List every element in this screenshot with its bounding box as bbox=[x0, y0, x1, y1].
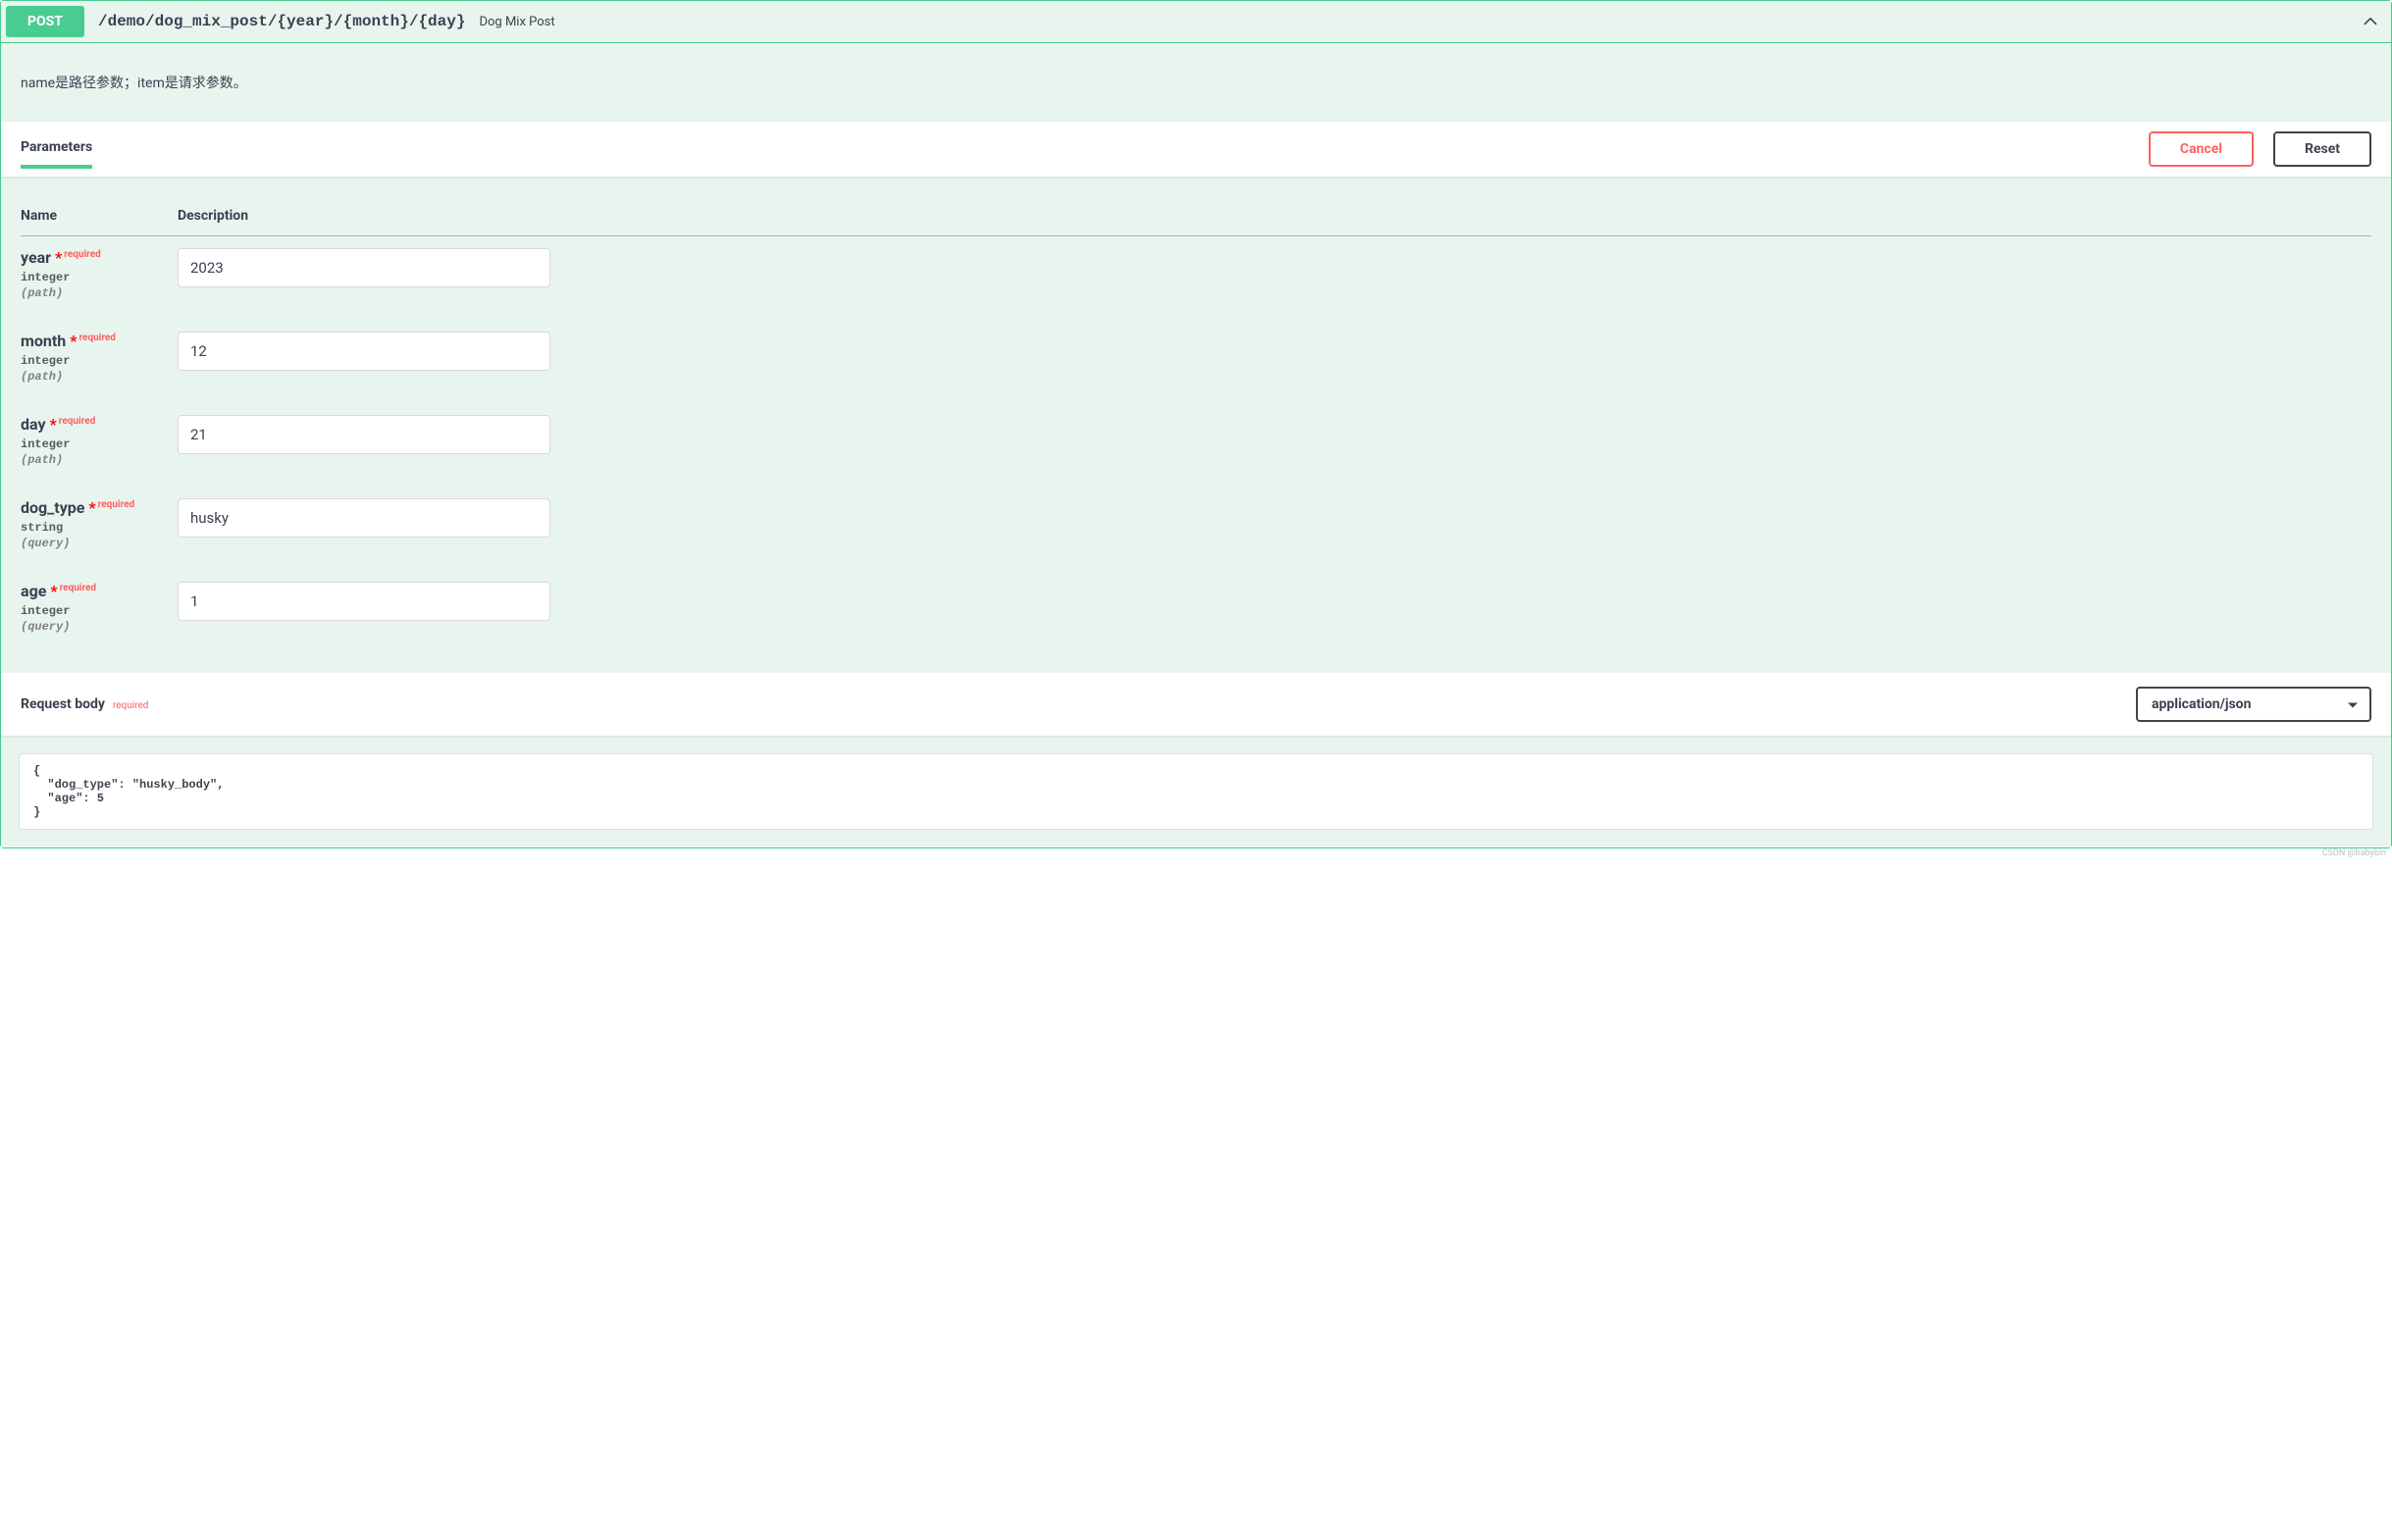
col-description-header: Description bbox=[178, 196, 2371, 236]
param-in: (path) bbox=[21, 368, 178, 384]
content-type-select-wrap: application/json bbox=[2136, 687, 2371, 722]
opblock-summary[interactable]: POST /demo/dog_mix_post/{year}/{month}/{… bbox=[1, 1, 2391, 43]
param-name: day *required bbox=[21, 415, 178, 434]
param-name: dog_type *required bbox=[21, 498, 178, 517]
required-star-icon: * bbox=[88, 498, 95, 517]
param-name: year *required bbox=[21, 248, 178, 267]
param-type: integer bbox=[21, 267, 178, 284]
param-type: integer bbox=[21, 434, 178, 451]
parameter-name-cell: month *requiredinteger(path) bbox=[21, 320, 178, 403]
parameter-name-cell: day *requiredinteger(path) bbox=[21, 403, 178, 487]
parameter-name-cell: age *requiredinteger(query) bbox=[21, 570, 178, 653]
param-name-text: dog_type bbox=[21, 498, 84, 517]
param-required: required bbox=[62, 249, 100, 260]
cancel-button[interactable]: Cancel bbox=[2149, 131, 2254, 167]
section-actions: Cancel Reset bbox=[2149, 131, 2371, 167]
request-body-editor[interactable]: { "dog_type": "husky_body", "age": 5 } bbox=[19, 753, 2373, 830]
chevron-up-icon[interactable] bbox=[2360, 11, 2381, 32]
param-type: integer bbox=[21, 350, 178, 368]
request-body-title: Request body bbox=[21, 696, 105, 712]
watermark: CSDN @babybin bbox=[0, 848, 2392, 858]
param-input[interactable] bbox=[178, 332, 550, 371]
param-required: required bbox=[77, 333, 115, 343]
request-body-header: Request body required application/json bbox=[1, 673, 2391, 736]
param-required: required bbox=[96, 499, 134, 510]
param-input[interactable] bbox=[178, 498, 550, 538]
opblock-body: name是路径参数；item是请求参数。 Parameters Cancel R… bbox=[1, 43, 2391, 847]
reset-button[interactable]: Reset bbox=[2273, 131, 2371, 167]
endpoint-description: Dog Mix Post bbox=[479, 15, 2360, 29]
opblock-description: name是路径参数；item是请求参数。 bbox=[1, 43, 2391, 122]
parameter-name-cell: year *requiredinteger(path) bbox=[21, 236, 178, 321]
param-input[interactable] bbox=[178, 582, 550, 621]
parameter-desc-cell bbox=[178, 570, 2371, 653]
parameters-tab[interactable]: Parameters bbox=[21, 139, 92, 169]
param-input[interactable] bbox=[178, 415, 550, 454]
endpoint-path: /demo/dog_mix_post/{year}/{month}/{day} bbox=[84, 13, 479, 30]
parameters-header: Parameters Cancel Reset bbox=[1, 122, 2391, 177]
param-name-text: month bbox=[21, 332, 66, 350]
parameter-row: year *requiredinteger(path) bbox=[21, 236, 2371, 321]
parameter-row: dog_type *requiredstring(query) bbox=[21, 487, 2371, 570]
parameter-desc-cell bbox=[178, 320, 2371, 403]
body-editor-wrap: { "dog_type": "husky_body", "age": 5 } bbox=[1, 736, 2391, 847]
param-name-text: age bbox=[21, 582, 46, 600]
parameter-name-cell: dog_type *requiredstring(query) bbox=[21, 487, 178, 570]
required-star-icon: * bbox=[50, 582, 57, 600]
param-type: string bbox=[21, 517, 178, 535]
method-badge: POST bbox=[6, 6, 84, 37]
param-required: required bbox=[58, 583, 96, 593]
opblock-post: POST /demo/dog_mix_post/{year}/{month}/{… bbox=[0, 0, 2392, 848]
parameters-title: Parameters bbox=[21, 139, 92, 159]
parameter-row: month *requiredinteger(path) bbox=[21, 320, 2371, 403]
content-type-select[interactable]: application/json bbox=[2136, 687, 2371, 722]
param-in: (path) bbox=[21, 451, 178, 467]
parameters-table: Name Description year *requiredinteger(p… bbox=[1, 177, 2391, 673]
request-body-required: required bbox=[111, 700, 148, 711]
param-in: (query) bbox=[21, 535, 178, 550]
parameter-desc-cell bbox=[178, 403, 2371, 487]
parameter-desc-cell bbox=[178, 236, 2371, 321]
col-name-header: Name bbox=[21, 196, 178, 236]
param-in: (path) bbox=[21, 284, 178, 300]
param-name-text: day bbox=[21, 415, 46, 434]
param-name: month *required bbox=[21, 332, 178, 350]
param-name-text: year bbox=[21, 248, 51, 267]
param-name: age *required bbox=[21, 582, 178, 600]
parameter-row: day *requiredinteger(path) bbox=[21, 403, 2371, 487]
parameter-row: age *requiredinteger(query) bbox=[21, 570, 2371, 653]
param-input[interactable] bbox=[178, 248, 550, 287]
param-type: integer bbox=[21, 600, 178, 618]
required-star-icon: * bbox=[50, 415, 57, 434]
parameter-desc-cell bbox=[178, 487, 2371, 570]
param-required: required bbox=[57, 416, 95, 427]
param-in: (query) bbox=[21, 618, 178, 634]
